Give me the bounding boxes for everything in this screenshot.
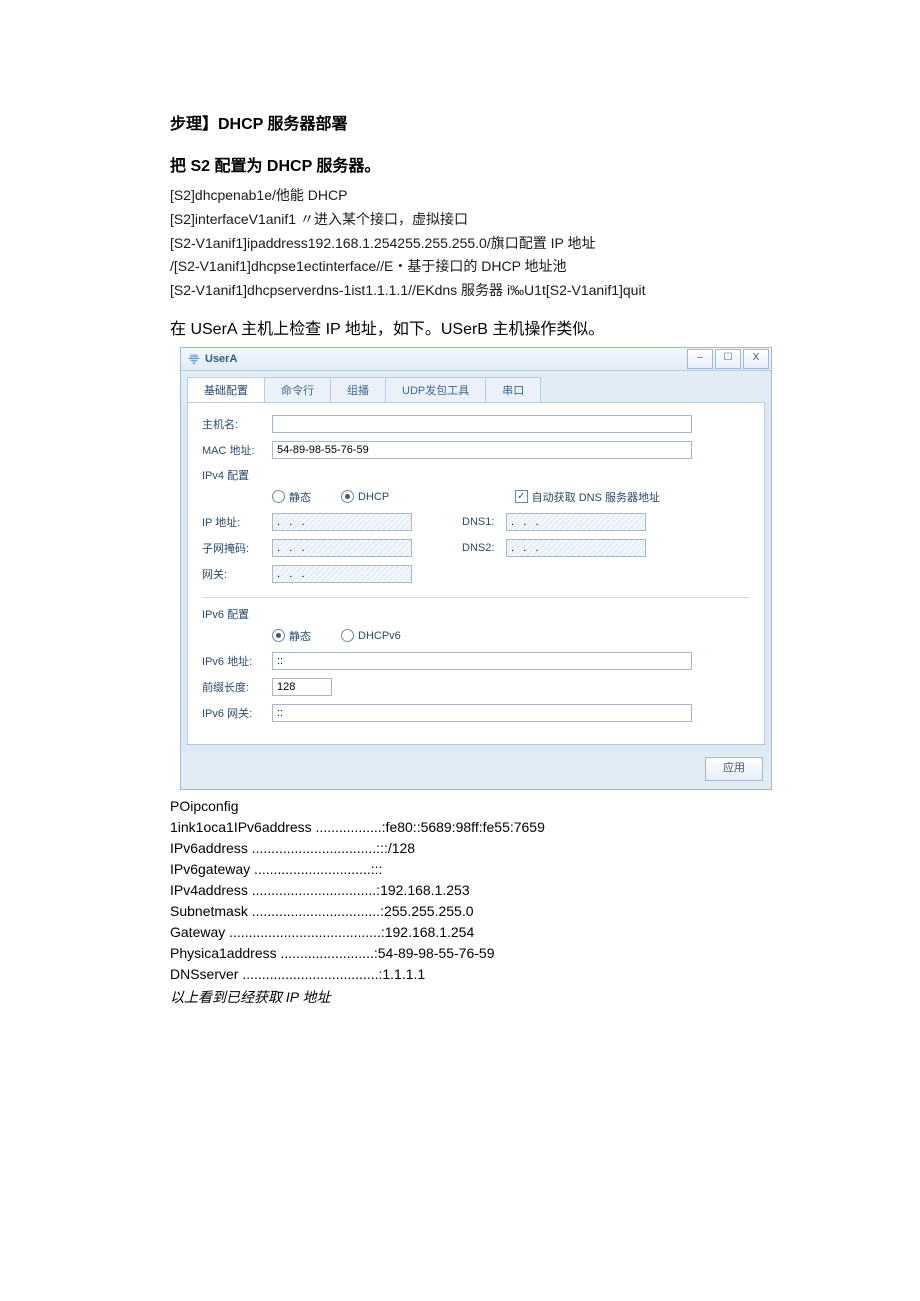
ip-label: IP 地址: [202, 514, 272, 530]
dns1-input[interactable] [506, 513, 646, 531]
app-icon [187, 352, 201, 366]
maximize-button[interactable]: ☐ [715, 349, 741, 369]
minimize-button[interactable]: – [687, 349, 713, 369]
console-line: Gateway ................................… [170, 922, 840, 943]
tab-basic[interactable]: 基础配置 [187, 377, 265, 402]
footnote: 以上看到已经获取 IP 地址 [170, 987, 840, 1007]
console-line: IPv4address ............................… [170, 880, 840, 901]
console-line: IPv6address ............................… [170, 838, 840, 859]
titlebar: UserA – ☐ X [181, 348, 771, 371]
step-title: 步理】DHCP 服务器部署 [170, 110, 840, 134]
auto-dns-checkbox[interactable]: ✓自动获取 DNS 服务器地址 [515, 489, 660, 505]
mask-input[interactable] [272, 539, 412, 557]
console-line: 1ink1oca1IPv6address .................:f… [170, 817, 840, 838]
cli-line: [S2]interfaceV1anif1 〃进入某个接口，虚拟接口 [170, 208, 840, 232]
ipv4-static-label: 静态 [289, 489, 311, 505]
console-line: Physica1address ........................… [170, 943, 840, 964]
cli-line: [S2]dhcpenab1e/他能 DHCP [170, 184, 840, 208]
check-intro: 在 USerA 主机上检查 IP 地址，如下。USerB 主机操作类似。 [170, 315, 840, 339]
dns2-label: DNS2: [462, 542, 506, 554]
dns2-input[interactable] [506, 539, 646, 557]
console-line: Subnetmask .............................… [170, 901, 840, 922]
tab-mcast[interactable]: 组播 [330, 377, 386, 402]
prefix-input[interactable] [272, 678, 332, 696]
ipv6-section-title: IPv6 配置 [202, 597, 750, 622]
ipconfig-output: POipconfig 1ink1oca1IPv6address ........… [170, 796, 840, 985]
console-line: POipconfig [170, 796, 840, 817]
ipv6-dhcpv6-label: DHCPv6 [358, 630, 401, 642]
window-title: UserA [205, 353, 687, 365]
ipv6addr-input[interactable] [272, 652, 692, 670]
basic-panel: 主机名: MAC 地址: IPv4 配置 静态 DHCP [187, 402, 765, 745]
ipv6-dhcpv6-radio[interactable]: DHCPv6 [341, 629, 401, 642]
gw-label: 网关: [202, 566, 272, 582]
dns1-label: DNS1: [462, 516, 506, 528]
ipv6-static-label: 静态 [289, 628, 311, 644]
mac-label: MAC 地址: [202, 442, 272, 458]
usera-window: UserA – ☐ X 基础配置 命令行 组播 UDP发包工具 串口 主机名: … [180, 347, 772, 790]
ipv4-dhcp-radio[interactable]: DHCP [341, 490, 389, 503]
hostname-label: 主机名: [202, 416, 272, 432]
gw-input[interactable] [272, 565, 412, 583]
ipv4-dhcp-label: DHCP [358, 491, 389, 503]
ipv6addr-label: IPv6 地址: [202, 653, 272, 669]
ip-input[interactable] [272, 513, 412, 531]
prefix-label: 前缀长度: [202, 679, 272, 695]
tabs: 基础配置 命令行 组播 UDP发包工具 串口 [181, 371, 771, 402]
mac-input[interactable] [272, 441, 692, 459]
auto-dns-label: 自动获取 DNS 服务器地址 [532, 489, 660, 505]
ipv6gw-label: IPv6 网关: [202, 705, 272, 721]
mask-label: 子网掩码: [202, 540, 272, 556]
cli-line: /[S2-V1anif1]dhcpse1ectinterface//E・基于接口… [170, 255, 840, 279]
cli-line: [S2-V1anif1]dhcpserverdns-1ist1.1.1.1//E… [170, 279, 840, 303]
tab-cmd[interactable]: 命令行 [264, 377, 331, 402]
console-line: DNSserver ..............................… [170, 964, 840, 985]
tab-serial[interactable]: 串口 [485, 377, 541, 402]
ipv6gw-input[interactable] [272, 704, 692, 722]
cli-line: [S2-V1anif1]ipaddress192.168.1.254255.25… [170, 232, 840, 256]
hostname-input[interactable] [272, 415, 692, 433]
ipv4-static-radio[interactable]: 静态 [272, 489, 311, 505]
ipv4-section-title: IPv4 配置 [202, 467, 750, 483]
tab-udp[interactable]: UDP发包工具 [385, 377, 486, 402]
config-intro: 把 S2 配置为 DHCP 服务器。 [170, 152, 840, 176]
close-button[interactable]: X [743, 349, 769, 369]
console-line: IPv6gateway ............................… [170, 859, 840, 880]
ipv6-static-radio[interactable]: 静态 [272, 628, 311, 644]
apply-button[interactable]: 应用 [705, 757, 763, 781]
